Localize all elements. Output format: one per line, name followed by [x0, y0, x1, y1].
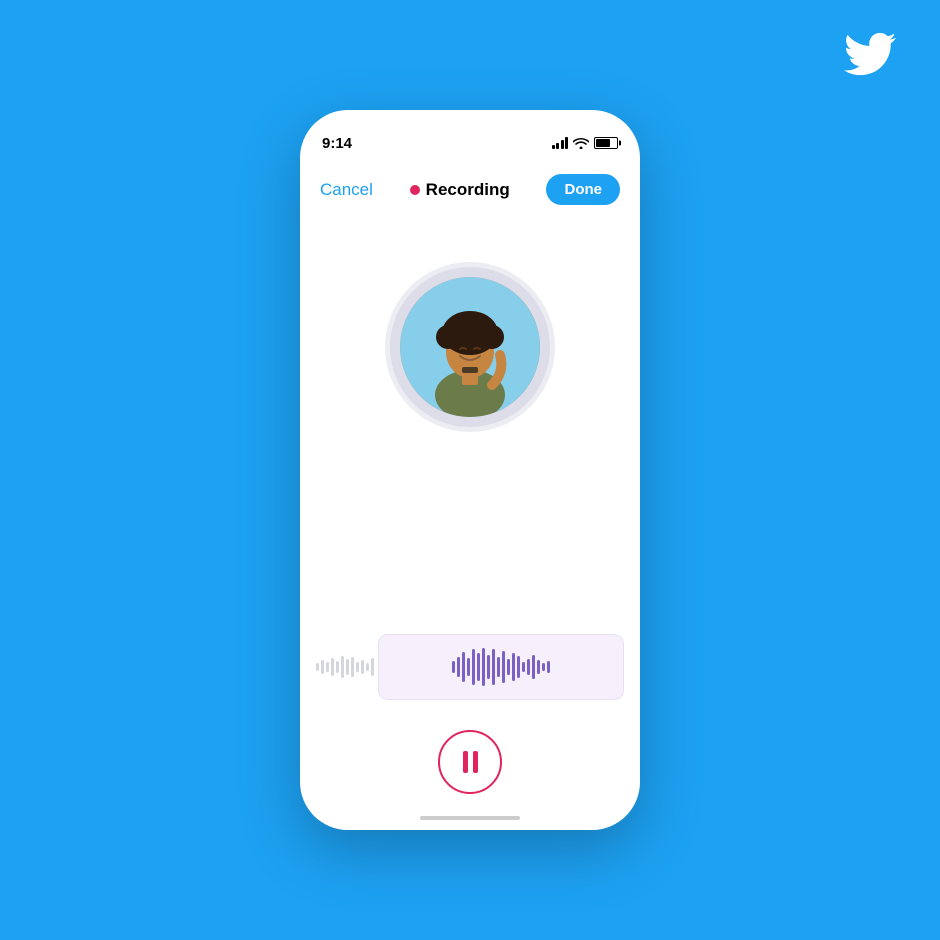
waveform-faded [316, 656, 378, 678]
pause-button[interactable] [438, 730, 502, 794]
status-time: 9:14 [322, 135, 352, 152]
waveform-outer [316, 634, 624, 700]
pause-button-container [438, 730, 502, 794]
signal-icon [552, 137, 569, 149]
home-indicator [420, 816, 520, 820]
avatar-ring [390, 267, 550, 427]
recording-label: Recording [426, 180, 510, 200]
done-button[interactable]: Done [546, 174, 620, 205]
nav-bar: Cancel Recording Done [300, 162, 640, 217]
status-bar: 9:14 [300, 110, 640, 162]
twitter-logo [844, 28, 896, 80]
recording-indicator [410, 185, 420, 195]
cancel-button[interactable]: Cancel [320, 180, 373, 200]
waveform-section [300, 634, 640, 700]
status-icons [552, 137, 619, 149]
wifi-icon [573, 137, 589, 149]
pause-icon [463, 751, 478, 773]
waveform-box [378, 634, 624, 700]
pause-bar-right [473, 751, 478, 773]
avatar [400, 277, 540, 417]
pause-bar-left [463, 751, 468, 773]
recording-status: Recording [410, 180, 510, 200]
waveform-bars [452, 647, 550, 687]
battery-icon [594, 137, 618, 149]
phone-frame: 9:14 Cancel Recording Done [300, 110, 640, 830]
content-area [300, 217, 640, 830]
avatar-container [390, 267, 550, 427]
